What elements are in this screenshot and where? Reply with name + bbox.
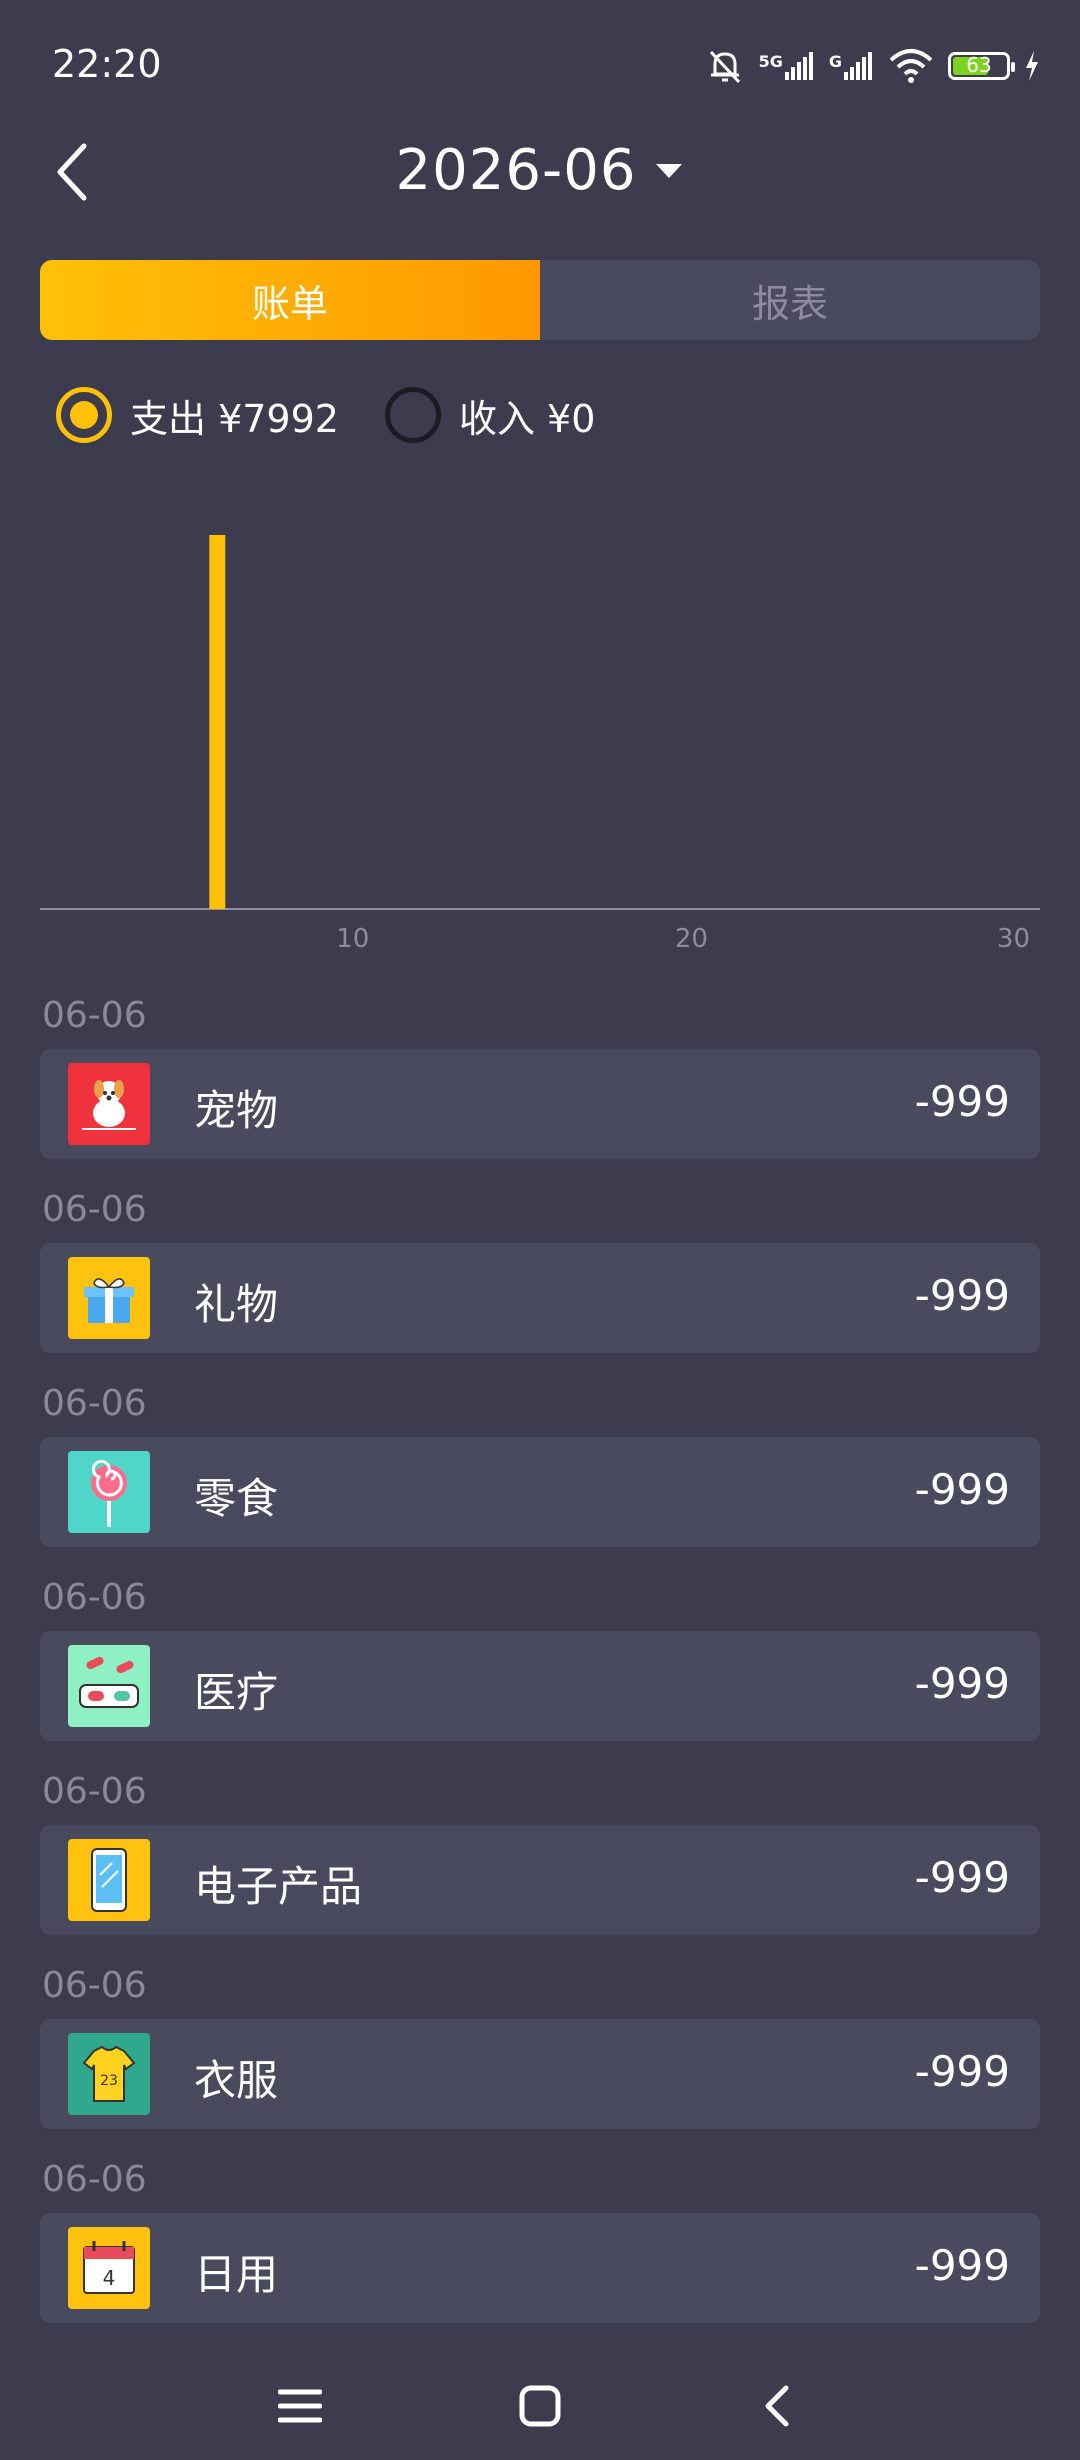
entry-date: 06-06 [42, 1965, 147, 2006]
wifi-icon [889, 49, 933, 83]
x-tick-label: 20 [675, 924, 708, 954]
chart-bar [209, 535, 226, 909]
entry-amount: -999 [914, 1077, 1010, 1126]
tab-report[interactable]: 报表 [540, 260, 1040, 340]
signal-g-icon: G [829, 52, 874, 80]
calendar-icon: 4 [68, 2227, 150, 2309]
expense-label: 支出 ¥7992 [130, 396, 339, 441]
header: 2026-06 [0, 120, 1080, 220]
entry-date: 06-06 [42, 995, 147, 1036]
view-tabs: 账单 报表 [40, 260, 1040, 340]
battery-level: 63 [966, 53, 992, 77]
recent-apps-button[interactable] [260, 2366, 340, 2446]
expense-radio[interactable] [56, 387, 112, 443]
dropdown-arrow-icon [656, 163, 683, 178]
entry-list: 06-06 宠物 -999 06-06 礼物 -999 06-06 零食 -999 06-06 医疗… [40, 995, 1040, 2353]
entry-row[interactable]: 23 衣服 -999 [40, 2019, 1040, 2129]
entry-category: 日用 [194, 2250, 279, 2299]
nav-back-button[interactable] [738, 2366, 818, 2446]
entry-amount: -999 [914, 2241, 1010, 2290]
battery-icon: 63 [948, 52, 1015, 80]
entry-row[interactable]: 医疗 -999 [40, 1631, 1040, 1741]
entry-row[interactable]: 电子产品 -999 [40, 1825, 1040, 1935]
charging-icon [1026, 51, 1038, 81]
x-tick-label: 10 [336, 924, 369, 954]
mute-bell-icon [709, 50, 740, 84]
entry-row[interactable]: 零食 -999 [40, 1437, 1040, 1547]
system-nav-bar [0, 2340, 1080, 2460]
entry-amount: -999 [914, 1271, 1010, 1320]
network-5g-label: 5G [758, 52, 783, 71]
entry-row[interactable]: 4 日用 -999 [40, 2213, 1040, 2323]
entry-amount: -999 [914, 1853, 1010, 1902]
daily-expense-chart: 10 20 30 [40, 535, 1040, 954]
entry-category: 礼物 [194, 1280, 279, 1329]
status-icons: 5G G 63 [705, 44, 1040, 88]
entry-amount: -999 [914, 2047, 1010, 2096]
back-arrow-icon [765, 2385, 789, 2427]
entry-amount: -999 [914, 1465, 1010, 1514]
status-bar: 22:20 5G G 63 [0, 0, 1080, 130]
status-time: 22:20 [52, 42, 162, 86]
calendar-day: 4 [103, 2266, 116, 2290]
menu-icon [278, 2389, 322, 2423]
home-button[interactable] [500, 2366, 580, 2446]
entry-group: 06-06 电子产品 -999 [40, 1771, 1040, 1965]
network-g-label: G [828, 52, 842, 71]
lollipop-icon [68, 1451, 150, 1533]
home-square-icon [519, 2385, 561, 2427]
income-label: 收入 ¥0 [458, 396, 596, 441]
entry-date: 06-06 [42, 1189, 147, 1230]
income-radio[interactable] [384, 387, 441, 443]
shirt-number: 23 [100, 2073, 118, 2089]
entry-category: 衣服 [194, 2056, 279, 2105]
gift-icon [68, 1257, 150, 1339]
entry-group: 06-06 23 衣服 -999 [40, 1965, 1040, 2159]
expense-option[interactable]: 支出 ¥7992 [56, 387, 339, 443]
income-option[interactable]: 收入 ¥0 [384, 387, 596, 443]
type-toggle: 支出 ¥7992 收入 ¥0 [56, 380, 641, 450]
entry-group: 06-06 4 日用 -999 [40, 2159, 1040, 2353]
entry-category: 零食 [194, 1474, 279, 1523]
x-tick-label: 30 [997, 924, 1030, 954]
month-label: 2026-06 [395, 138, 637, 203]
entry-category: 医疗 [194, 1668, 279, 1717]
entry-group: 06-06 礼物 -999 [40, 1189, 1040, 1383]
entry-date: 06-06 [42, 2159, 147, 2200]
entry-group: 06-06 医疗 -999 [40, 1577, 1040, 1771]
phone-icon [68, 1839, 150, 1921]
entry-date: 06-06 [42, 1383, 147, 1424]
tab-bill[interactable]: 账单 [40, 260, 540, 340]
entry-category: 电子产品 [194, 1862, 363, 1911]
entry-date: 06-06 [42, 1771, 147, 1812]
entry-amount: -999 [914, 1659, 1010, 1708]
entry-category: 宠物 [194, 1086, 279, 1135]
shirt-icon: 23 [68, 2033, 150, 2115]
medicine-icon [68, 1645, 150, 1727]
signal-5g-icon: 5G [759, 52, 815, 80]
entry-date: 06-06 [42, 1577, 147, 1618]
entry-group: 06-06 宠物 -999 [40, 995, 1040, 1189]
entry-group: 06-06 零食 -999 [40, 1383, 1040, 1577]
entry-row[interactable]: 礼物 -999 [40, 1243, 1040, 1353]
pet-dog-icon [68, 1063, 150, 1145]
entry-row[interactable]: 宠物 -999 [40, 1049, 1040, 1159]
month-selector[interactable]: 2026-06 [0, 138, 1080, 203]
